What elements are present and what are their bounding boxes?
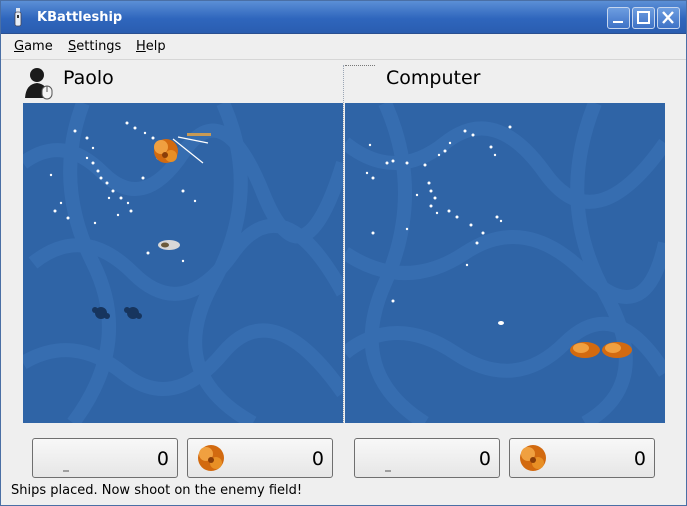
- own-field-sea: [23, 103, 343, 423]
- enemy-field-sea: [345, 103, 665, 423]
- enemy-shots-value: 0: [478, 448, 491, 470]
- menu-bar: Game Settings Help: [1, 34, 686, 60]
- own-shots-value: 0: [156, 448, 169, 470]
- own-field[interactable]: [23, 103, 343, 423]
- player-name-right: Computer: [386, 67, 481, 89]
- menu-game[interactable]: Game: [14, 39, 53, 54]
- enemy-shots-counter: 0: [354, 438, 500, 478]
- menu-settings[interactable]: Settings: [68, 39, 121, 54]
- header-divider: [345, 65, 375, 66]
- maximize-button[interactable]: [632, 7, 655, 29]
- enemy-hits-value: 0: [633, 448, 646, 470]
- close-icon: [662, 11, 674, 24]
- menu-help[interactable]: Help: [136, 39, 166, 54]
- menu-help-mnemonic: H: [136, 39, 146, 54]
- enemy-field[interactable]: [345, 103, 665, 423]
- field-divider: [343, 65, 344, 423]
- menu-game-label: ame: [24, 39, 53, 54]
- own-shots-counter: 0: [32, 438, 178, 478]
- window-title: KBattleship: [37, 10, 123, 25]
- minimize-icon: [613, 21, 623, 23]
- menu-settings-label: ettings: [76, 39, 122, 54]
- menu-game-mnemonic: G: [14, 39, 25, 54]
- shot-icon: [385, 470, 391, 472]
- minimize-button[interactable]: [607, 7, 630, 29]
- player-name-left: Paolo: [63, 67, 114, 89]
- explosion-icon: [154, 139, 178, 163]
- maximize-icon: [637, 11, 650, 24]
- app-icon: [14, 8, 22, 27]
- status-bar: Ships placed. Now shoot on the enemy fie…: [11, 483, 303, 498]
- explosion-icon: [570, 342, 632, 358]
- close-button[interactable]: [657, 7, 680, 29]
- shot-icon: [63, 470, 69, 472]
- enemy-hits-counter: 0: [509, 438, 655, 478]
- menu-help-label: elp: [145, 39, 166, 54]
- user-avatar-icon: [25, 68, 53, 100]
- title-bar[interactable]: KBattleship: [1, 1, 686, 34]
- explosion-icon: [198, 445, 224, 471]
- app-window: KBattleship Game Settings Help Paolo Com…: [0, 0, 687, 506]
- explosion-icon: [520, 445, 546, 471]
- own-hits-value: 0: [311, 448, 324, 470]
- own-hits-counter: 0: [187, 438, 333, 478]
